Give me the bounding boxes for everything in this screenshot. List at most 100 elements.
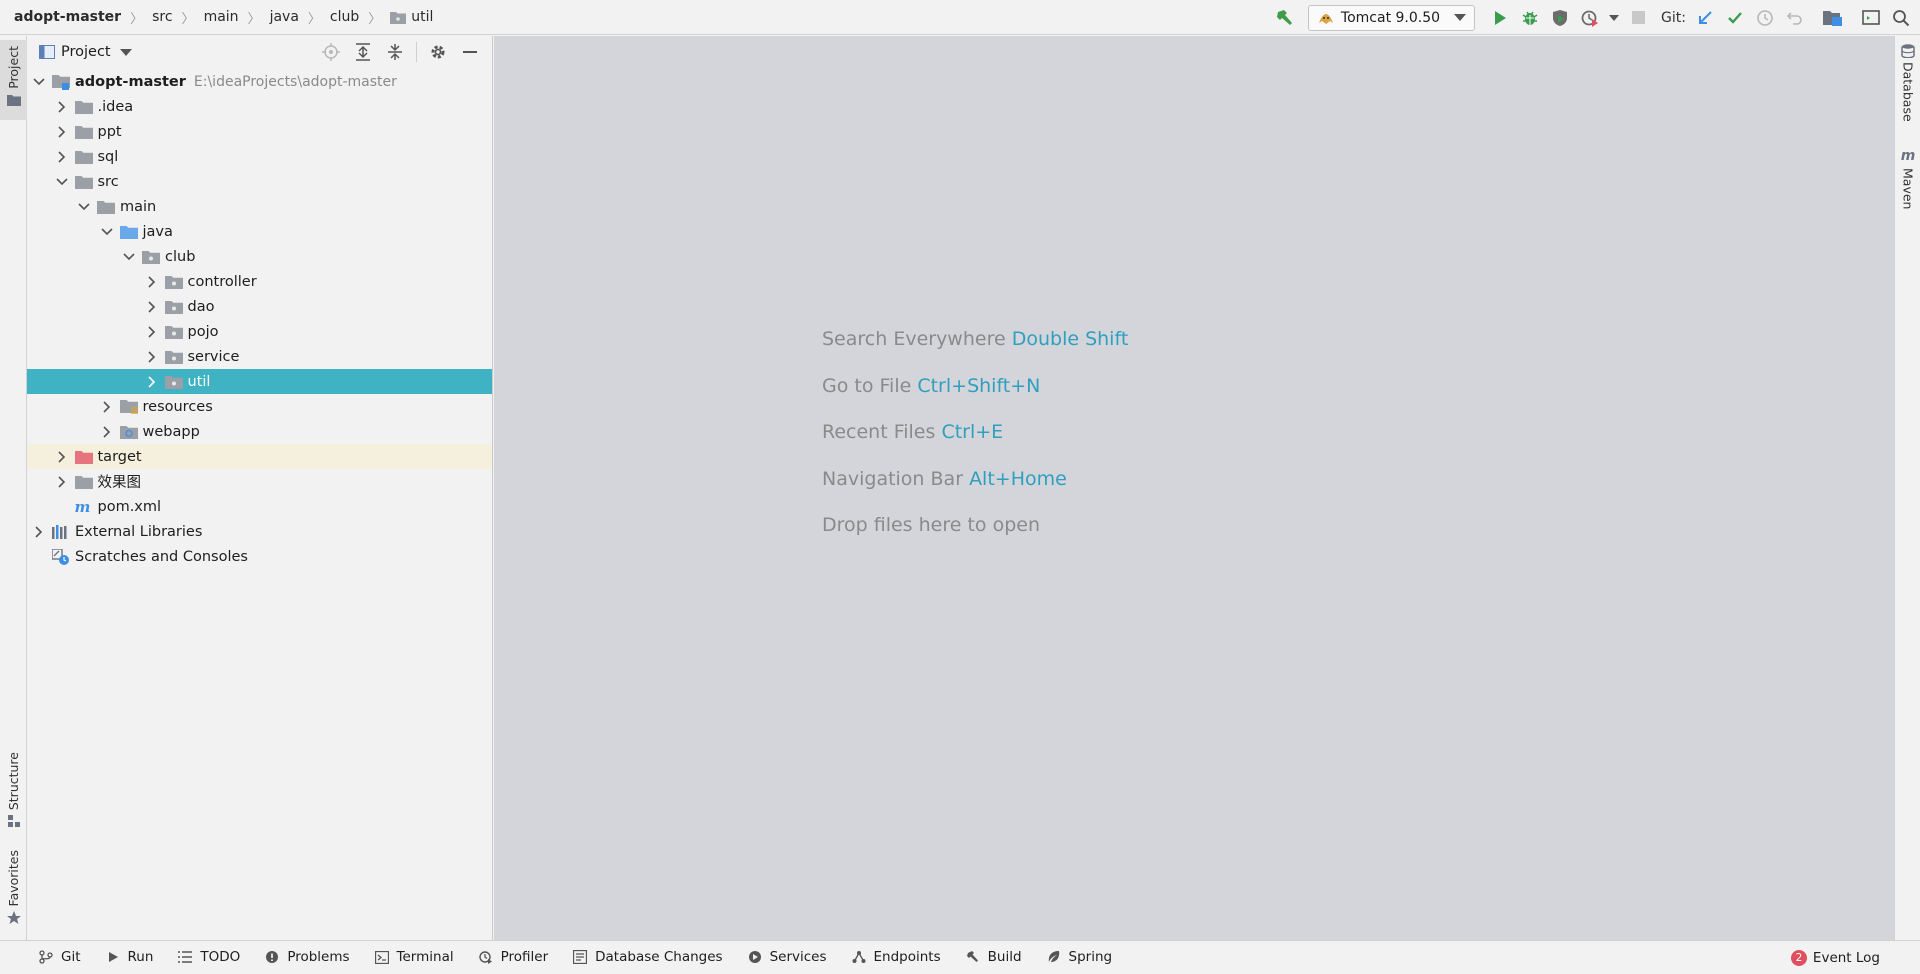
breadcrumb-project[interactable]: adopt-master: [14, 9, 121, 25]
tool-tab-structure[interactable]: Structure: [0, 752, 27, 832]
git-update-icon[interactable]: [1692, 5, 1718, 31]
chevron-right-icon[interactable]: [145, 350, 159, 364]
tree-row[interactable]: External Libraries: [27, 519, 492, 544]
tree-item-label: adopt-master: [75, 73, 186, 90]
folder-icon: [74, 99, 93, 115]
tree-row[interactable]: main: [27, 194, 492, 219]
chevron-right-icon[interactable]: [55, 100, 69, 114]
tool-tab-database-label: Database: [1900, 62, 1916, 122]
chevron-right-icon[interactable]: [55, 475, 69, 489]
tree-row[interactable]: dao: [27, 294, 492, 319]
tool-tab-database[interactable]: Database: [1895, 44, 1920, 134]
tree-row[interactable]: Scratches and Consoles: [27, 544, 492, 569]
breadcrumb-club[interactable]: club: [330, 9, 359, 25]
run-icon[interactable]: [1487, 5, 1513, 31]
tree-row[interactable]: resources: [27, 394, 492, 419]
bottom-tab-problems[interactable]: Problems: [264, 949, 350, 965]
chevron-right-icon[interactable]: [100, 400, 114, 414]
terminal-icon: [374, 949, 390, 965]
tool-tab-project[interactable]: Project: [0, 40, 27, 120]
tree-row[interactable]: target: [27, 444, 492, 469]
profiler-icon: [478, 949, 494, 965]
breadcrumb-java[interactable]: java: [270, 9, 299, 25]
locate-file-icon[interactable]: [318, 39, 344, 65]
bottom-tab-spring[interactable]: Spring: [1046, 949, 1112, 965]
tree-row[interactable]: 效果图: [27, 469, 492, 494]
chevron-down-icon[interactable]: [1607, 5, 1621, 31]
tree-item-label: controller: [187, 273, 257, 290]
breadcrumb-util[interactable]: util: [390, 9, 433, 25]
folder-icon: [74, 149, 93, 165]
collapse-all-icon[interactable]: [382, 39, 408, 65]
bottom-tab-build[interactable]: Build: [965, 949, 1022, 965]
endpoints-icon: [851, 949, 867, 965]
build-hammer-icon[interactable]: [1272, 5, 1298, 31]
search-icon[interactable]: [1888, 5, 1914, 31]
chevron-right-icon[interactable]: [100, 425, 114, 439]
tool-tab-favorites[interactable]: Favorites: [0, 850, 27, 940]
git-commit-check-icon[interactable]: [1722, 5, 1748, 31]
breadcrumb-src[interactable]: src: [152, 9, 172, 25]
chevron-right-icon[interactable]: [55, 125, 69, 139]
tree-row[interactable]: club: [27, 244, 492, 269]
bottom-tab-endpoints[interactable]: Endpoints: [851, 949, 941, 965]
breadcrumb-separator-icon: 〉: [181, 11, 195, 27]
chevron-down-icon[interactable]: [119, 48, 132, 56]
tree-item-label: webapp: [142, 423, 200, 440]
chevron-down-icon[interactable]: [32, 75, 46, 89]
chevron-right-icon[interactable]: [145, 300, 159, 314]
presentation-mode-icon[interactable]: [1858, 5, 1884, 31]
profile-icon[interactable]: [1577, 5, 1603, 31]
event-log-button[interactable]: 2 Event Log: [1790, 941, 1880, 974]
tree-row[interactable]: service: [27, 344, 492, 369]
bottom-tab-profiler[interactable]: Profiler: [478, 949, 548, 965]
project-view-select[interactable]: Project: [61, 44, 111, 60]
chevron-right-icon[interactable]: [145, 325, 159, 339]
hide-panel-icon[interactable]: [457, 39, 483, 65]
run-with-coverage-icon[interactable]: [1547, 5, 1573, 31]
stop-icon[interactable]: [1625, 5, 1651, 31]
tree-row[interactable]: src: [27, 169, 492, 194]
bottom-tab-git[interactable]: Git: [38, 949, 81, 965]
tool-tab-maven-label: Maven: [1900, 168, 1916, 210]
tree-row[interactable]: adopt-master E:\ideaProjects\adopt-master: [27, 69, 492, 94]
chevron-down-icon[interactable]: [122, 250, 136, 264]
tree-row[interactable]: webapp: [27, 419, 492, 444]
chevron-down-icon[interactable]: [55, 175, 69, 189]
tree-row[interactable]: sql: [27, 144, 492, 169]
run-configuration-select[interactable]: Tomcat 9.0.50: [1307, 4, 1476, 31]
tree-row[interactable]: java: [27, 219, 492, 244]
tree-row[interactable]: util: [27, 369, 492, 394]
chevron-right-icon[interactable]: [32, 525, 46, 539]
bottom-tab-run[interactable]: Run: [105, 949, 153, 965]
editor-empty-area[interactable]: Search Everywhere Double Shift Go to Fil…: [494, 36, 1894, 940]
bottom-tab-todo[interactable]: TODO: [177, 949, 240, 965]
gear-icon[interactable]: [425, 39, 451, 65]
tree-row[interactable]: pojo: [27, 319, 492, 344]
bottom-tab-label: Terminal: [396, 949, 454, 965]
tool-tab-maven[interactable]: m Maven: [1895, 148, 1920, 228]
bottom-tab-services[interactable]: Services: [747, 949, 827, 965]
bottom-tab-terminal[interactable]: Terminal: [374, 949, 454, 965]
bottom-tab-database-changes[interactable]: Database Changes: [572, 949, 723, 965]
tree-row[interactable]: .idea: [27, 94, 492, 119]
history-icon[interactable]: [1752, 5, 1778, 31]
rollback-icon[interactable]: [1782, 5, 1808, 31]
expand-all-icon[interactable]: [350, 39, 376, 65]
tree-row[interactable]: m pom.xml: [27, 494, 492, 519]
folder-icon: [97, 199, 115, 215]
tree-row[interactable]: controller: [27, 269, 492, 294]
chevron-down-icon[interactable]: [77, 200, 91, 214]
chevron-right-icon[interactable]: [145, 275, 159, 289]
breadcrumb-main[interactable]: main: [204, 9, 239, 25]
project-structure-icon[interactable]: [1820, 5, 1846, 31]
chevron-right-icon[interactable]: [55, 450, 69, 464]
chevron-right-icon[interactable]: [55, 150, 69, 164]
tree-row[interactable]: ppt: [27, 119, 492, 144]
tree-item-label: External Libraries: [75, 523, 203, 540]
bottom-tab-label: Git: [61, 949, 81, 965]
chevron-down-icon[interactable]: [100, 225, 114, 239]
tree-item-label: Scratches and Consoles: [75, 548, 248, 565]
debug-icon[interactable]: [1517, 5, 1543, 31]
chevron-right-icon[interactable]: [145, 375, 159, 389]
